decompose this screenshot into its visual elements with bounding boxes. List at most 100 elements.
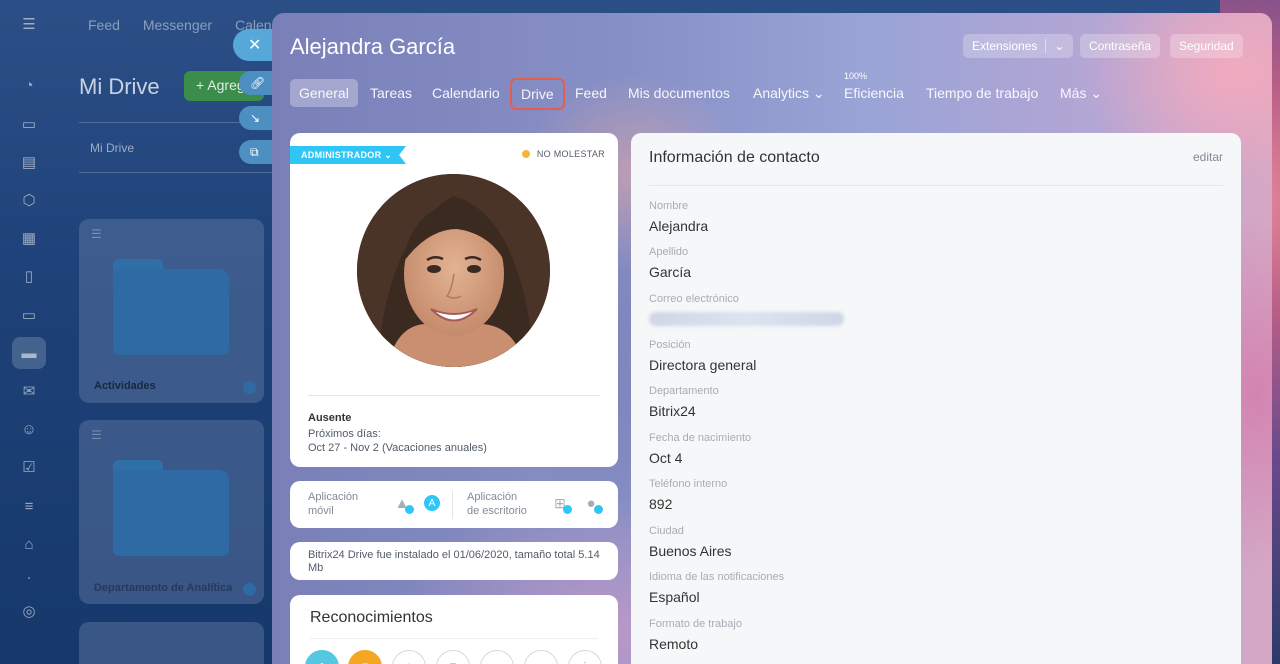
tab-tasks[interactable]: Tareas bbox=[370, 79, 412, 107]
divider bbox=[79, 172, 299, 173]
tab-drive[interactable]: Drive bbox=[510, 78, 565, 110]
avatar[interactable] bbox=[357, 174, 550, 367]
divider bbox=[310, 638, 598, 639]
chevron-down-icon[interactable]: ⌄ bbox=[1054, 39, 1064, 53]
field-label: Formato de trabajo bbox=[649, 618, 742, 630]
email-value-redacted[interactable] bbox=[649, 312, 844, 326]
edit-link[interactable]: editar bbox=[1193, 150, 1223, 164]
profile-card: ADMINISTRADOR ⌄ NO MOLESTAR Ausente Próx… bbox=[290, 133, 618, 467]
efficiency-percent: 100% bbox=[844, 71, 868, 81]
cake-badge-icon[interactable]: ⁞ bbox=[568, 650, 602, 664]
drop-badge-icon[interactable]: ♢ bbox=[392, 650, 426, 664]
tab-efficiency[interactable]: 100% Eficiencia bbox=[844, 71, 904, 107]
status-label: NO MOLESTAR bbox=[536, 149, 605, 159]
link-icon: 🔗︎ bbox=[250, 76, 266, 90]
password-button[interactable]: Contraseña bbox=[1080, 34, 1161, 58]
tab-general[interactable]: General bbox=[290, 79, 358, 107]
field-value[interactable]: Bitrix24 bbox=[649, 403, 719, 419]
field-label: Departamento bbox=[649, 385, 719, 397]
minimize-button[interactable]: ↘ bbox=[239, 106, 273, 130]
user-name-title: Alejandra García bbox=[290, 34, 456, 59]
hexagon-icon[interactable]: ⬡ bbox=[19, 191, 39, 209]
extensions-label: Extensiones bbox=[972, 39, 1038, 53]
divider bbox=[308, 395, 600, 396]
board-icon[interactable]: ▭ bbox=[19, 306, 39, 324]
recognitions-card: Reconocimientos ✿ ♛ ♢ ⧗ ∴ ⌓ ⁞ bbox=[290, 595, 618, 664]
field-email: Correo electrónico bbox=[649, 293, 844, 326]
shared-icon bbox=[243, 583, 256, 596]
field-label: Ciudad bbox=[649, 525, 684, 537]
contacts-icon[interactable]: ☺ bbox=[19, 420, 39, 438]
drag-handle-icon[interactable]: ☰ bbox=[91, 428, 102, 442]
drag-handle-icon[interactable]: ☰ bbox=[91, 227, 102, 241]
copy-link-button[interactable]: 🔗︎ bbox=[239, 71, 273, 95]
document-icon[interactable]: ▤ bbox=[19, 153, 39, 171]
field-label: Idioma de las notificaciones bbox=[649, 571, 785, 583]
folder-icon bbox=[113, 460, 229, 556]
absence-next-label: Próximos días: bbox=[308, 428, 381, 440]
gift-badge-icon[interactable]: ✿ bbox=[305, 650, 339, 664]
android-icon[interactable]: ▲ bbox=[394, 495, 414, 514]
role-badge[interactable]: ADMINISTRADOR ⌄ bbox=[290, 146, 407, 164]
robot-icon[interactable]: ⌂ bbox=[19, 535, 39, 553]
field-label: Correo electrónico bbox=[649, 293, 739, 305]
external-link-icon: ⧉ bbox=[250, 144, 259, 159]
folder-card[interactable]: ☰ Actividades bbox=[79, 219, 264, 403]
contact-info-card: Información de contacto editar Nombre Al… bbox=[631, 133, 1241, 664]
mail-icon[interactable]: ✉ bbox=[19, 382, 39, 400]
field-position: Posición Directora general bbox=[649, 339, 756, 373]
menu-icon[interactable]: ☰ bbox=[19, 15, 39, 33]
apple-icon[interactable]: ● bbox=[583, 495, 603, 514]
filter-icon[interactable]: ≡ bbox=[19, 497, 39, 515]
field-city: Ciudad Buenos Aires bbox=[649, 525, 732, 559]
windows-icon[interactable]: ⊞ bbox=[552, 495, 572, 514]
settings-icon[interactable]: ◎ bbox=[19, 602, 39, 620]
close-icon: ✕ bbox=[248, 37, 262, 54]
folder-card[interactable] bbox=[79, 622, 264, 664]
tasks-icon[interactable]: ☑ bbox=[19, 458, 39, 476]
field-label: Posición bbox=[649, 339, 691, 351]
recognitions-title: Reconocimientos bbox=[310, 609, 433, 626]
tab-feed[interactable]: Feed bbox=[575, 79, 607, 107]
more-dots-icon[interactable]: · bbox=[19, 568, 39, 586]
left-navigation: ☰ ◔ ▭ ▤ ⬡ ▦ ▯ ▭ ▬ ✉ ☺ ☑ ≡ ⌂ · ◎ bbox=[0, 0, 58, 664]
tab-calendar[interactable]: Calendario bbox=[432, 79, 500, 107]
top-menu-item[interactable]: Feed bbox=[88, 17, 120, 33]
background-page: Feed Messenger Calend Mi Drive + Agreg M… bbox=[58, 0, 299, 664]
open-new-window-button[interactable]: ⧉ bbox=[239, 140, 273, 164]
minimize-icon: ↘ bbox=[250, 111, 261, 125]
user-profile-panel: Alejandra García Extensiones ⌄ Contraseñ… bbox=[272, 13, 1272, 664]
chat-icon[interactable]: ▭ bbox=[19, 115, 39, 133]
field-birthday: Fecha de nacimiento Oct 4 bbox=[649, 432, 751, 466]
app-store-icon[interactable]: A bbox=[424, 495, 440, 511]
team-badge-icon[interactable]: ∴ bbox=[480, 650, 514, 664]
security-button[interactable]: Seguridad bbox=[1170, 34, 1243, 58]
calendar-icon[interactable]: ▦ bbox=[19, 229, 39, 247]
drive-install-card: Bitrix24 Drive fue instalado el 01/06/20… bbox=[290, 542, 618, 580]
activity-icon[interactable]: ◔ bbox=[19, 76, 39, 94]
breadcrumb[interactable]: Mi Drive bbox=[90, 141, 134, 155]
file-icon[interactable]: ▯ bbox=[19, 267, 39, 285]
trophy-badge-icon[interactable]: ♛ bbox=[348, 650, 382, 664]
field-value: Alejandra bbox=[649, 218, 709, 234]
tab-my-documents[interactable]: Mis documentos bbox=[628, 79, 730, 107]
close-slider-button[interactable]: ✕ bbox=[233, 29, 275, 61]
field-value: García bbox=[649, 264, 692, 280]
tab-analytics[interactable]: Analytics ⌄ bbox=[753, 79, 825, 107]
field-internal-phone: Teléfono interno 892 bbox=[649, 478, 727, 512]
status-dot-icon bbox=[521, 150, 530, 158]
tab-working-time[interactable]: Tiempo de trabajo bbox=[926, 79, 1038, 107]
contact-info-title: Información de contacto bbox=[649, 149, 820, 166]
tab-more[interactable]: Más ⌄ bbox=[1060, 79, 1102, 107]
folder-card[interactable]: ☰ Departamento de Analítica bbox=[79, 420, 264, 604]
field-notification-language: Idioma de las notificaciones Español bbox=[649, 571, 784, 605]
hourglass-badge-icon[interactable]: ⧗ bbox=[436, 650, 470, 664]
folder-name: Actividades bbox=[94, 380, 156, 392]
status-indicator[interactable]: NO MOLESTAR bbox=[521, 149, 605, 159]
extensions-button[interactable]: Extensiones ⌄ bbox=[963, 34, 1074, 58]
field-value: Oct 4 bbox=[649, 450, 683, 466]
top-menu-item[interactable]: Messenger bbox=[143, 17, 212, 33]
field-value: 892 bbox=[649, 496, 673, 512]
drive-icon[interactable]: ▬ bbox=[12, 337, 46, 369]
car-badge-icon[interactable]: ⌓ bbox=[524, 650, 558, 664]
